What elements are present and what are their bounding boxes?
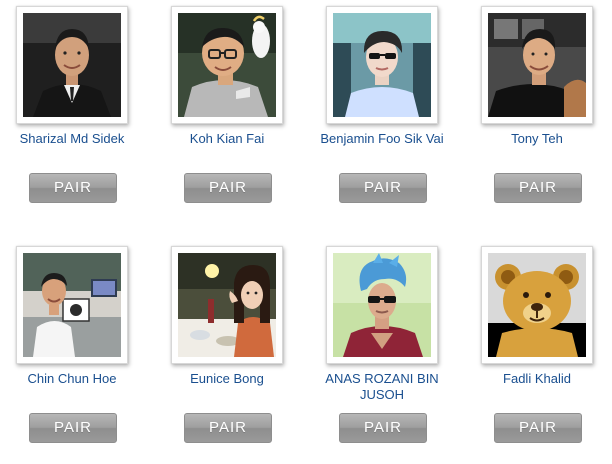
profile-photo[interactable]: [333, 253, 431, 357]
person-card: Tony Teh PAIR: [473, 2, 612, 224]
person-card: Fadli Khalid PAIR: [473, 242, 612, 464]
person-name[interactable]: ANAS ROZANI BIN JUSOH: [318, 371, 446, 403]
person-name[interactable]: Sharizal Md Sidek: [8, 131, 136, 147]
person-name[interactable]: Chin Chun Hoe: [8, 371, 136, 387]
profile-photo[interactable]: [178, 13, 276, 117]
pair-button[interactable]: PAIR: [339, 173, 427, 203]
person-card: Koh Kian Fai PAIR: [163, 2, 303, 224]
person-name[interactable]: Eunice Bong: [163, 371, 291, 387]
photo-frame: [171, 246, 283, 364]
person-name[interactable]: Koh Kian Fai: [163, 131, 291, 147]
pair-button[interactable]: PAIR: [494, 173, 582, 203]
profile-photo[interactable]: [333, 13, 431, 117]
photo-frame: [326, 6, 438, 124]
pair-button[interactable]: PAIR: [494, 413, 582, 443]
photo-frame: [16, 6, 128, 124]
photo-frame: [326, 246, 438, 364]
photo-frame: [481, 6, 593, 124]
person-card: Benjamin Foo Sik Vai PAIR: [318, 2, 458, 224]
pair-button[interactable]: PAIR: [29, 173, 117, 203]
profile-photo[interactable]: [23, 13, 121, 117]
person-card: Eunice Bong PAIR: [163, 242, 303, 464]
profile-photo[interactable]: [488, 253, 586, 357]
person-name[interactable]: Fadli Khalid: [473, 371, 601, 387]
pair-button[interactable]: PAIR: [339, 413, 427, 443]
person-card: Sharizal Md Sidek PAIR: [8, 2, 148, 224]
profile-photo[interactable]: [23, 253, 121, 357]
profile-photo[interactable]: [178, 253, 276, 357]
person-card: Chin Chun Hoe PAIR: [8, 242, 148, 464]
pair-button[interactable]: PAIR: [29, 413, 117, 443]
person-name[interactable]: Tony Teh: [473, 131, 601, 147]
person-name[interactable]: Benjamin Foo Sik Vai: [318, 131, 446, 147]
people-grid: Sharizal Md Sidek PAIR Koh Kian Fai PAIR…: [0, 0, 612, 461]
photo-frame: [16, 246, 128, 364]
profile-photo[interactable]: [488, 13, 586, 117]
photo-frame: [481, 246, 593, 364]
pair-button[interactable]: PAIR: [184, 413, 272, 443]
photo-frame: [171, 6, 283, 124]
person-card: ANAS ROZANI BIN JUSOH PAIR: [318, 242, 458, 464]
pair-button[interactable]: PAIR: [184, 173, 272, 203]
